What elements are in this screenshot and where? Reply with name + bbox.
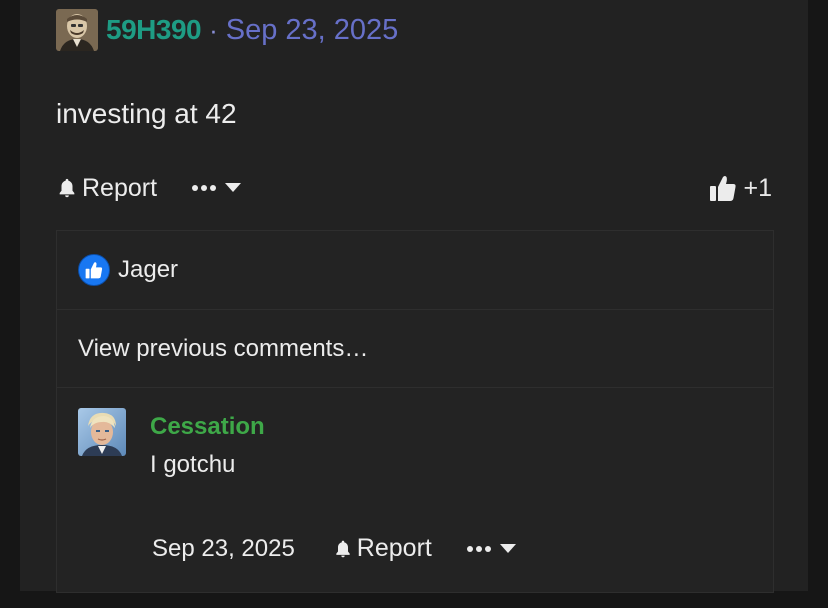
report-label: Report — [82, 173, 158, 202]
post-actions: Report +1 — [56, 170, 772, 206]
comment-date[interactable]: Sep 23, 2025 — [152, 535, 295, 563]
comment-actions: Sep 23, 2025 Report — [152, 534, 516, 563]
comments-section: Jager View previous comments… Cessation … — [56, 230, 774, 593]
more-dots-icon — [466, 545, 491, 552]
post-author-name[interactable]: 59H390 — [106, 14, 202, 46]
view-previous-comments-link[interactable]: View previous comments… — [57, 310, 773, 388]
report-button[interactable]: Report — [56, 174, 157, 203]
bell-icon — [336, 540, 350, 557]
comment-text: I gotchu — [150, 451, 236, 478]
like-count: +1 — [743, 173, 772, 202]
caret-down-icon — [499, 543, 516, 553]
like-badge-icon — [78, 254, 110, 286]
bell-icon — [59, 178, 75, 198]
more-options-button[interactable] — [191, 183, 242, 193]
header-separator: · — [209, 14, 218, 45]
more-dots-icon — [192, 185, 217, 191]
caret-down-icon — [225, 183, 242, 192]
liker-name[interactable]: Jager — [118, 256, 178, 284]
comment-item: Cessation I gotchu Sep 23, 2025 Report — [57, 388, 773, 608]
likes-row: Jager — [57, 231, 773, 310]
post-card: 59H390 · Sep 23, 2025 investing at 42 Re… — [20, 0, 808, 593]
comment-report-button[interactable]: Report — [333, 534, 432, 563]
like-button[interactable]: +1 — [709, 174, 772, 203]
comment-author-name[interactable]: Cessation — [150, 413, 265, 441]
post-author-avatar[interactable] — [56, 9, 98, 51]
thumbs-up-icon — [710, 176, 737, 201]
post-header: 59H390 · Sep 23, 2025 — [56, 8, 398, 52]
comment-more-options-button[interactable] — [466, 543, 516, 554]
post-body: investing at 42 — [56, 98, 237, 129]
comment-report-label: Report — [356, 534, 432, 562]
post-date[interactable]: Sep 23, 2025 — [226, 14, 399, 47]
comment-author-avatar[interactable] — [78, 408, 126, 456]
